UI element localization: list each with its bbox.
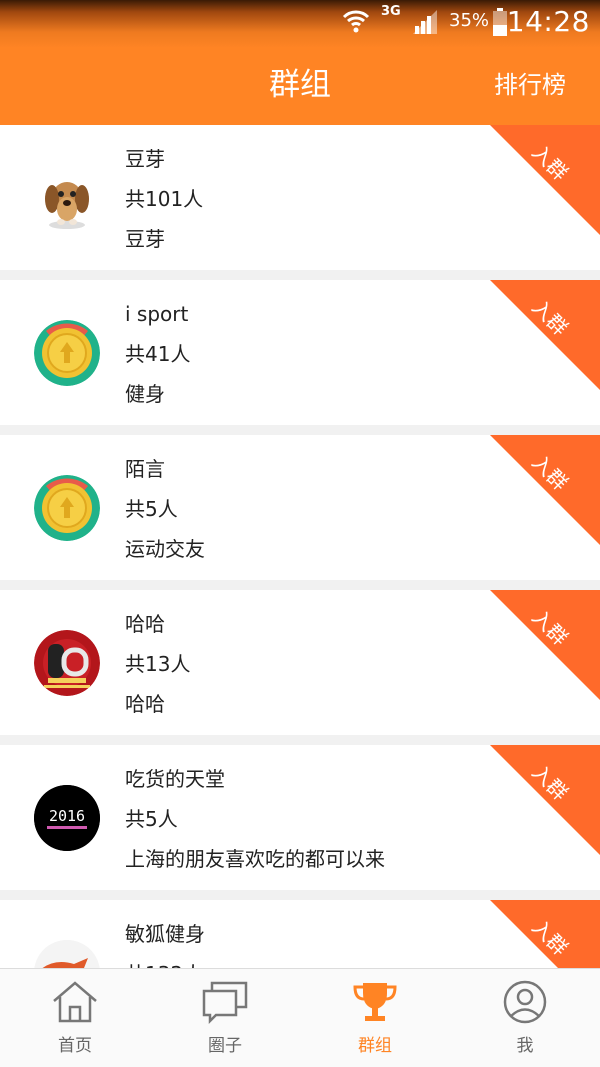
tab-label: 群组 (358, 1036, 392, 1056)
network-type: 3G (381, 4, 401, 19)
join-group-button[interactable]: 入群 (490, 435, 600, 545)
join-group-button[interactable]: 入群 (490, 745, 600, 855)
clock: 14:28 (506, 5, 590, 38)
group-description: 运动交友 (125, 537, 205, 561)
group-member-count: 共13人 (125, 652, 191, 676)
group-name: 陌言 (125, 457, 165, 481)
group-member-count: 共5人 (125, 497, 178, 521)
join-group-button[interactable]: 入群 (490, 125, 600, 235)
app-header: 3G 35% 14:28 群组 排行榜 (0, 0, 600, 125)
battery-icon (492, 8, 508, 40)
dog-avatar (34, 165, 100, 231)
signal-icon (411, 8, 439, 38)
tab-groups[interactable]: 群组 (300, 969, 450, 1067)
group-card[interactable]: i sport 共41人 健身 入群 (0, 280, 600, 425)
battery-percent: 35% (449, 10, 490, 31)
group-name: 敏狐健身 (125, 922, 205, 946)
medal-avatar (34, 475, 100, 541)
band-avatar (34, 630, 100, 696)
user-icon (500, 979, 550, 1025)
home-icon (50, 979, 100, 1025)
wifi-icon (341, 6, 371, 40)
group-card[interactable]: 豆芽 共101人 豆芽 入群 (0, 125, 600, 270)
group-card[interactable]: 2016 吃货的天堂 共5人 上海的朋友喜欢吃的都可以来 入群 (0, 745, 600, 890)
group-card[interactable]: 哈哈 共13人 哈哈 入群 (0, 590, 600, 735)
trophy-icon (350, 979, 400, 1025)
group-description: 哈哈 (125, 692, 165, 716)
group-card[interactable]: 敏狐健身 共132人 入群 (0, 900, 600, 968)
group-description: 豆芽 (125, 227, 165, 251)
join-group-button[interactable]: 入群 (490, 280, 600, 390)
group-name: i sport (125, 302, 189, 326)
leaderboard-button[interactable]: 排行榜 (494, 65, 566, 105)
tab-label: 首页 (58, 1036, 92, 1056)
tab-label: 我 (516, 1036, 534, 1056)
tab-me[interactable]: 我 (450, 969, 600, 1067)
group-member-count: 共132人 (125, 960, 203, 968)
group-list[interactable]: 豆芽 共101人 豆芽 入群 i sport 共41人 健身 入群 陌言 共5人… (0, 125, 600, 968)
join-group-button[interactable]: 入群 (490, 900, 600, 968)
group-card[interactable]: 陌言 共5人 运动交友 入群 (0, 435, 600, 580)
tab-label: 圈子 (208, 1036, 242, 1056)
avatar-2016-text: 2016 (49, 807, 85, 825)
group-name: 吃货的天堂 (125, 767, 225, 791)
dark-2016-avatar: 2016 (34, 785, 100, 851)
group-member-count: 共5人 (125, 807, 178, 831)
status-bar: 3G 35% 14:28 (0, 0, 600, 46)
group-name: 哈哈 (125, 612, 165, 636)
group-member-count: 共41人 (125, 342, 191, 366)
fox-avatar (34, 940, 100, 968)
tab-circles[interactable]: 圈子 (150, 969, 300, 1067)
chat-icon (200, 979, 250, 1025)
join-group-button[interactable]: 入群 (490, 590, 600, 700)
medal-avatar (34, 320, 100, 386)
group-description: 上海的朋友喜欢吃的都可以来 (125, 847, 385, 871)
group-member-count: 共101人 (125, 187, 204, 211)
bottom-tab-bar: 首页 圈子 群组 我 (0, 968, 600, 1067)
tab-home[interactable]: 首页 (0, 969, 150, 1067)
group-description: 健身 (125, 382, 165, 406)
group-name: 豆芽 (125, 147, 165, 171)
